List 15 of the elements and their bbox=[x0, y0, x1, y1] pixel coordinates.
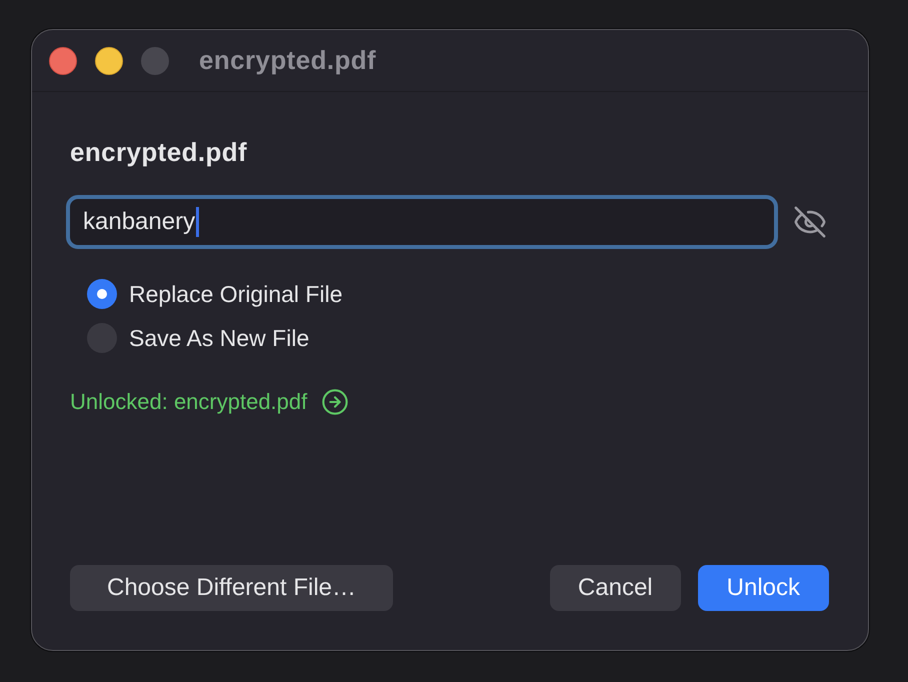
text-cursor-icon bbox=[196, 207, 200, 237]
dialog-button[interactable]: Cancel bbox=[550, 565, 681, 611]
option-label[interactable]: Save As New File bbox=[129, 323, 310, 353]
password-field[interactable]: kanbanery bbox=[66, 195, 778, 249]
choose-file-button[interactable]: Choose Different File… bbox=[70, 565, 393, 611]
close-button[interactable] bbox=[49, 46, 77, 74]
radio-button[interactable] bbox=[87, 279, 117, 309]
window-title: encrypted.pdf bbox=[199, 45, 376, 76]
arrow-circle-icon[interactable] bbox=[321, 388, 350, 416]
status-message: Unlocked: encrypted.pdf bbox=[70, 389, 308, 415]
file-name-heading: encrypted.pdf bbox=[70, 137, 248, 167]
eye-slash-icon[interactable] bbox=[793, 205, 827, 239]
minimize-button[interactable] bbox=[95, 46, 123, 74]
default-button[interactable]: Unlock bbox=[698, 565, 829, 611]
option-label[interactable]: Replace Original File bbox=[129, 279, 342, 309]
